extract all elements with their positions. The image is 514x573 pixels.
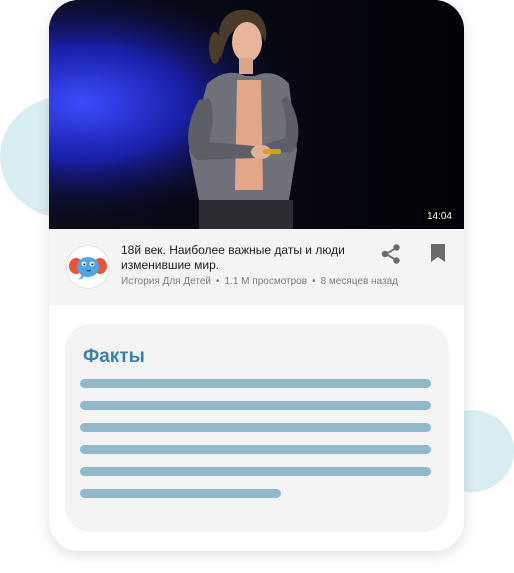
channel-name[interactable]: История Для Детей [121, 276, 211, 287]
video-thumbnail-image [49, 0, 464, 229]
video-info-bar: 18й век. Наиболее важные даты и люди изм… [49, 229, 464, 305]
bookmark-icon[interactable] [430, 243, 446, 263]
video-meta: История Для Детей • 1.1 М просмотров • 8 мес… [121, 276, 398, 287]
upload-age: 8 месяцев назад [320, 276, 398, 287]
share-icon[interactable] [380, 243, 402, 265]
placeholder-text-line [80, 489, 281, 498]
placeholder-text-line [80, 423, 431, 432]
placeholder-text-line [80, 445, 431, 454]
meta-separator: • [215, 276, 220, 287]
channel-avatar[interactable] [67, 246, 109, 288]
video-card: 14:04 18й век. Наиболее важные даты и лю… [49, 0, 464, 551]
placeholder-text-line [80, 467, 431, 476]
placeholder-text-line [80, 379, 431, 388]
facts-title: Факты [83, 346, 145, 367]
facts-panel: Факты [65, 324, 449, 532]
video-title[interactable]: 18й век. Наиболее важные даты и люди изм… [121, 243, 371, 273]
view-count: 1.1 М просмотров [224, 276, 308, 287]
placeholder-text-line [80, 401, 431, 410]
elephant-icon [69, 257, 107, 280]
video-thumbnail[interactable]: 14:04 [49, 0, 464, 229]
meta-separator: • [312, 276, 316, 287]
video-duration: 14:04 [422, 210, 456, 223]
